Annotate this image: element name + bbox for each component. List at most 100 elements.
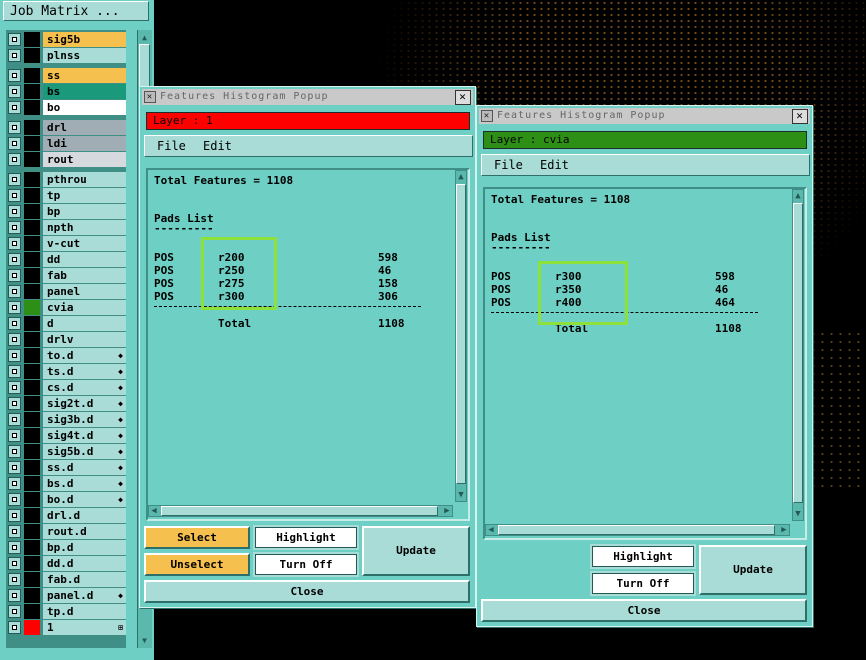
layer-row[interactable]: panel — [6, 284, 126, 299]
layer-row[interactable]: sig5b.d ◆ — [6, 444, 126, 459]
layer-row[interactable]: bs.d ◆ — [6, 476, 126, 491]
layer-checkbox[interactable] — [8, 525, 21, 538]
layer-color-swatch[interactable] — [24, 380, 40, 395]
layer-checkbox[interactable] — [8, 317, 21, 330]
scroll-up-icon[interactable]: ▲ — [456, 172, 466, 182]
layer-color-swatch[interactable] — [24, 492, 40, 507]
popup-2-report-area[interactable]: Total Features = 1108 Pads List --------… — [483, 187, 807, 540]
layer-color-swatch[interactable] — [24, 508, 40, 523]
layer-row[interactable]: drlv — [6, 332, 126, 347]
layer-name[interactable]: drl.d — [43, 508, 126, 523]
layer-row[interactable]: pthrou — [6, 172, 126, 187]
layer-name[interactable]: plnss — [43, 48, 126, 63]
close-icon[interactable]: ✕ — [792, 109, 808, 124]
layer-color-swatch[interactable] — [24, 188, 40, 203]
popup-1-report-area[interactable]: Total Features = 1108 Pads List --------… — [146, 168, 470, 521]
scroll-thumb[interactable] — [793, 203, 803, 503]
layer-name[interactable]: fab.d — [43, 572, 126, 587]
update-button[interactable]: Update — [699, 545, 807, 595]
vertical-scrollbar[interactable]: ▲ ▼ — [455, 170, 467, 502]
layer-color-swatch[interactable] — [24, 300, 40, 315]
unselect-button[interactable]: Unselect — [144, 553, 250, 576]
layer-name[interactable]: to.d ◆ — [43, 348, 126, 363]
layer-color-swatch[interactable] — [24, 172, 40, 187]
layer-color-swatch[interactable] — [24, 348, 40, 363]
layer-checkbox[interactable] — [8, 573, 21, 586]
layer-name[interactable]: dd — [43, 252, 126, 267]
scroll-right-icon[interactable]: ▶ — [779, 525, 789, 535]
layer-row[interactable]: bp.d — [6, 540, 126, 555]
layer-checkbox[interactable] — [8, 253, 21, 266]
close-icon[interactable]: ✕ — [455, 90, 471, 105]
layer-checkbox[interactable] — [8, 429, 21, 442]
layer-color-swatch[interactable] — [24, 284, 40, 299]
layer-row[interactable]: ss — [6, 68, 126, 83]
layer-row[interactable]: dd.d — [6, 556, 126, 571]
layer-name[interactable]: ts.d ◆ — [43, 364, 126, 379]
layer-name[interactable]: sig5b.d ◆ — [43, 444, 126, 459]
select-button[interactable]: Select — [144, 526, 250, 549]
layer-row[interactable]: to.d ◆ — [6, 348, 126, 363]
layer-color-swatch[interactable] — [24, 316, 40, 331]
layer-name[interactable]: sig3b.d ◆ — [43, 412, 126, 427]
layer-color-swatch[interactable] — [24, 572, 40, 587]
popup-2-titlebar[interactable]: ✕ Features Histogram Popup ✕ — [479, 108, 810, 124]
layer-color-swatch[interactable] — [24, 524, 40, 539]
layer-color-swatch[interactable] — [24, 444, 40, 459]
layer-checkbox[interactable] — [8, 333, 21, 346]
layer-name[interactable]: ldi — [43, 136, 126, 151]
layer-name[interactable]: sig4t.d ◆ — [43, 428, 126, 443]
layer-color-swatch[interactable] — [24, 396, 40, 411]
layer-row[interactable]: drl — [6, 120, 126, 135]
layer-name[interactable]: v-cut — [43, 236, 126, 251]
popup-2-menu-edit[interactable]: Edit — [540, 157, 569, 173]
popup-2-menu-file[interactable]: File — [494, 157, 523, 173]
layer-color-swatch[interactable] — [24, 220, 40, 235]
layer-checkbox[interactable] — [8, 413, 21, 426]
layer-checkbox[interactable] — [8, 461, 21, 474]
window-menu-icon[interactable]: ✕ — [144, 91, 156, 103]
layer-row[interactable]: v-cut — [6, 236, 126, 251]
layer-color-swatch[interactable] — [24, 556, 40, 571]
layer-color-swatch[interactable] — [24, 620, 40, 635]
layer-color-swatch[interactable] — [24, 152, 40, 167]
layer-name[interactable]: tp — [43, 188, 126, 203]
close-button[interactable]: Close — [481, 599, 807, 622]
scroll-up-icon[interactable]: ▲ — [793, 191, 803, 201]
layer-name[interactable]: rout.d — [43, 524, 126, 539]
layer-name[interactable]: bo — [43, 100, 126, 115]
layer-name[interactable]: fab — [43, 268, 126, 283]
scroll-down-icon[interactable]: ▼ — [456, 490, 466, 500]
layer-checkbox[interactable] — [8, 285, 21, 298]
turn-off-button[interactable]: Turn Off — [590, 571, 696, 596]
layer-name[interactable]: drlv — [43, 332, 126, 347]
horizontal-scrollbar[interactable]: ◀ ▶ — [485, 524, 790, 536]
layer-name[interactable]: 1 ⊞ — [43, 620, 126, 635]
layer-row[interactable]: tp — [6, 188, 126, 203]
layer-row[interactable]: dd — [6, 252, 126, 267]
layer-name[interactable]: tp.d — [43, 604, 126, 619]
layer-name[interactable]: bs.d ◆ — [43, 476, 126, 491]
layer-color-swatch[interactable] — [24, 588, 40, 603]
layer-name[interactable]: bp.d — [43, 540, 126, 555]
layer-checkbox[interactable] — [8, 269, 21, 282]
layer-checkbox[interactable] — [8, 101, 21, 114]
update-button[interactable]: Update — [362, 526, 470, 576]
layer-color-swatch[interactable] — [24, 252, 40, 267]
layer-checkbox[interactable] — [8, 69, 21, 82]
popup-1-menu-edit[interactable]: Edit — [203, 138, 232, 154]
layer-row[interactable]: ldi — [6, 136, 126, 151]
layer-row[interactable]: 1 ⊞ — [6, 620, 126, 635]
layer-color-swatch[interactable] — [24, 32, 40, 47]
layer-color-swatch[interactable] — [24, 100, 40, 115]
layer-name[interactable]: bp — [43, 204, 126, 219]
layer-name[interactable]: sig5b — [43, 32, 126, 47]
layer-checkbox[interactable] — [8, 621, 21, 634]
layer-checkbox[interactable] — [8, 33, 21, 46]
layer-row[interactable]: rout.d — [6, 524, 126, 539]
popup-1-titlebar[interactable]: ✕ Features Histogram Popup ✕ — [142, 89, 473, 105]
horizontal-scrollbar[interactable]: ◀ ▶ — [148, 505, 453, 517]
layer-row[interactable]: ts.d ◆ — [6, 364, 126, 379]
layer-name[interactable]: dd.d — [43, 556, 126, 571]
layer-row[interactable]: d — [6, 316, 126, 331]
